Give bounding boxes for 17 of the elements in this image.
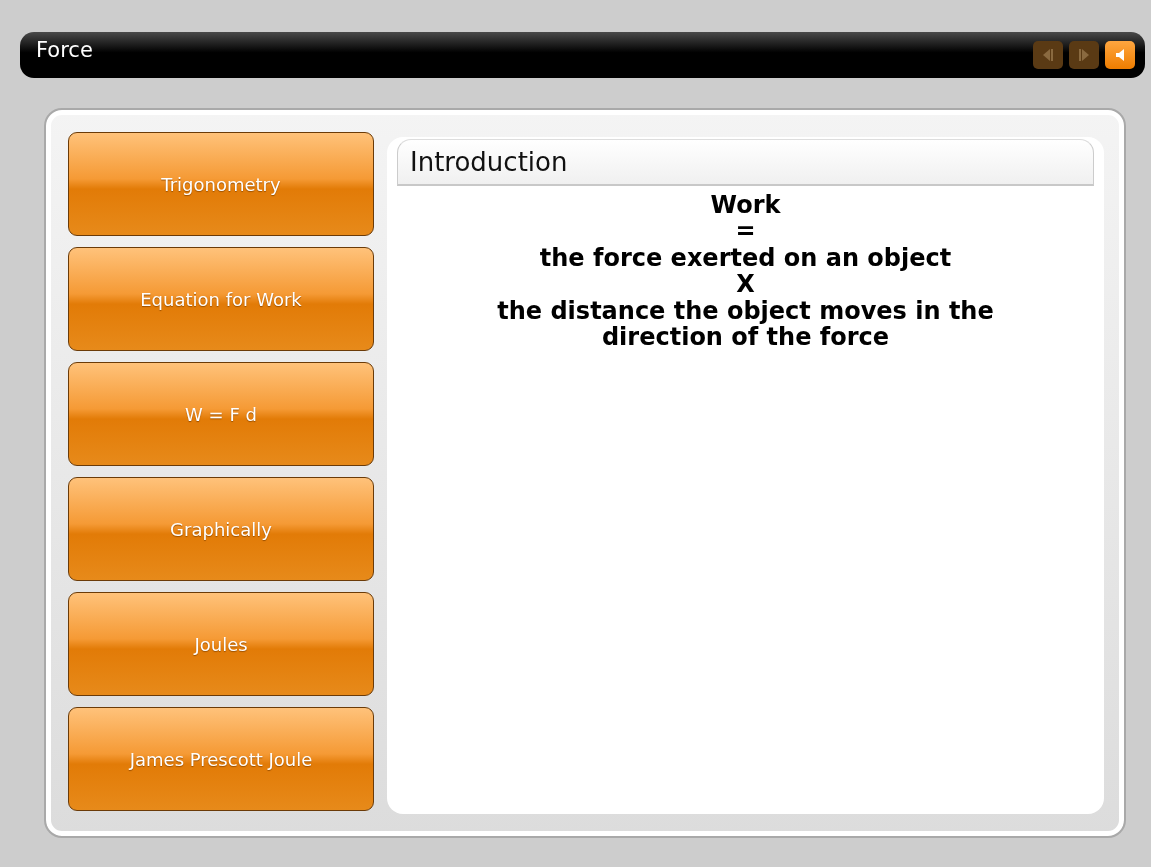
body-text: X xyxy=(736,271,755,298)
topic-button[interactable]: Trigonometry xyxy=(68,132,374,236)
topic-button[interactable]: Equation for Work xyxy=(68,247,374,351)
window-title: Force xyxy=(36,38,93,62)
next-icon xyxy=(1077,47,1091,63)
speaker-icon xyxy=(1113,47,1127,63)
body-text: the force exerted on an object xyxy=(539,244,952,272)
section-title: Introduction xyxy=(410,147,568,177)
topic-button[interactable]: Joules xyxy=(68,592,374,696)
body-text: the distance the object moves in the direction of the force xyxy=(496,297,995,351)
topic-button[interactable]: James Prescott Joule xyxy=(68,707,374,811)
topic-button[interactable]: Graphically xyxy=(68,477,374,581)
body-text: Work xyxy=(710,192,781,219)
previous-icon xyxy=(1041,47,1055,63)
body-text: = xyxy=(735,218,756,245)
topic-button[interactable]: W = F d xyxy=(68,362,374,466)
sound-button[interactable] xyxy=(1105,41,1135,69)
